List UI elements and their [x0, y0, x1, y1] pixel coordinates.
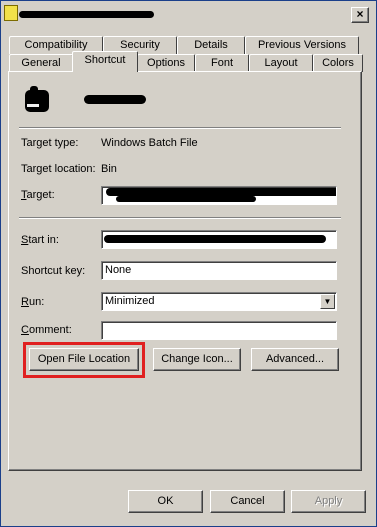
shortcut-key-field[interactable]: None [101, 261, 337, 280]
change-icon-button[interactable]: Change Icon... [153, 348, 241, 371]
tab-shortcut[interactable]: Shortcut [72, 51, 138, 72]
target-type-value: Windows Batch File [101, 137, 198, 149]
tab-layout[interactable]: Layout [249, 54, 313, 72]
comment-label: Comment: [21, 324, 72, 336]
advanced-button[interactable]: Advanced... [251, 348, 339, 371]
cancel-button[interactable]: Cancel [210, 490, 285, 513]
properties-dialog: × Compatibility Security Details Previou… [0, 0, 377, 527]
target-field[interactable] [101, 186, 337, 205]
close-button[interactable]: × [351, 7, 369, 23]
shortcut-file-icon [25, 86, 49, 112]
start-in-label-text: tart in: [28, 234, 59, 246]
target-label-text: arget: [26, 189, 55, 201]
target-location-value: Bin [101, 163, 117, 175]
apply-button[interactable]: Apply [291, 490, 366, 513]
annotation-highlight-box [23, 342, 145, 378]
separator [19, 217, 341, 219]
start-in-label: Start in: [21, 234, 59, 246]
tab-details[interactable]: Details [177, 36, 245, 54]
tab-previous-versions[interactable]: Previous Versions [245, 36, 359, 54]
redacted-window-title [19, 11, 154, 18]
tab-general[interactable]: General [9, 54, 73, 72]
separator [19, 127, 341, 129]
comment-field[interactable] [101, 321, 337, 340]
ok-button[interactable]: OK [128, 490, 203, 513]
comment-label-text: omment: [28, 324, 72, 336]
tab-colors[interactable]: Colors [313, 54, 363, 72]
redacted-target-path [106, 188, 336, 196]
tab-options[interactable]: Options [137, 54, 195, 72]
run-label-text: un: [28, 296, 45, 308]
run-label: Run: [21, 296, 45, 308]
target-label: Target: [21, 189, 55, 201]
redacted-shortcut-name [84, 95, 146, 104]
run-select-value: Minimized [105, 295, 155, 307]
target-type-label: Target type: [21, 137, 79, 149]
title-bar: × [1, 1, 376, 25]
redacted-target-path [116, 196, 256, 202]
target-location-label: Target location: [21, 163, 96, 175]
run-select[interactable]: Minimized ▼ [101, 292, 337, 311]
tab-font[interactable]: Font [195, 54, 249, 72]
batch-file-icon [4, 5, 18, 21]
chevron-down-icon[interactable]: ▼ [320, 294, 335, 309]
start-in-field[interactable] [101, 230, 337, 249]
redacted-start-in-path [104, 235, 326, 243]
shortcut-key-label: Shortcut key: [21, 265, 86, 277]
